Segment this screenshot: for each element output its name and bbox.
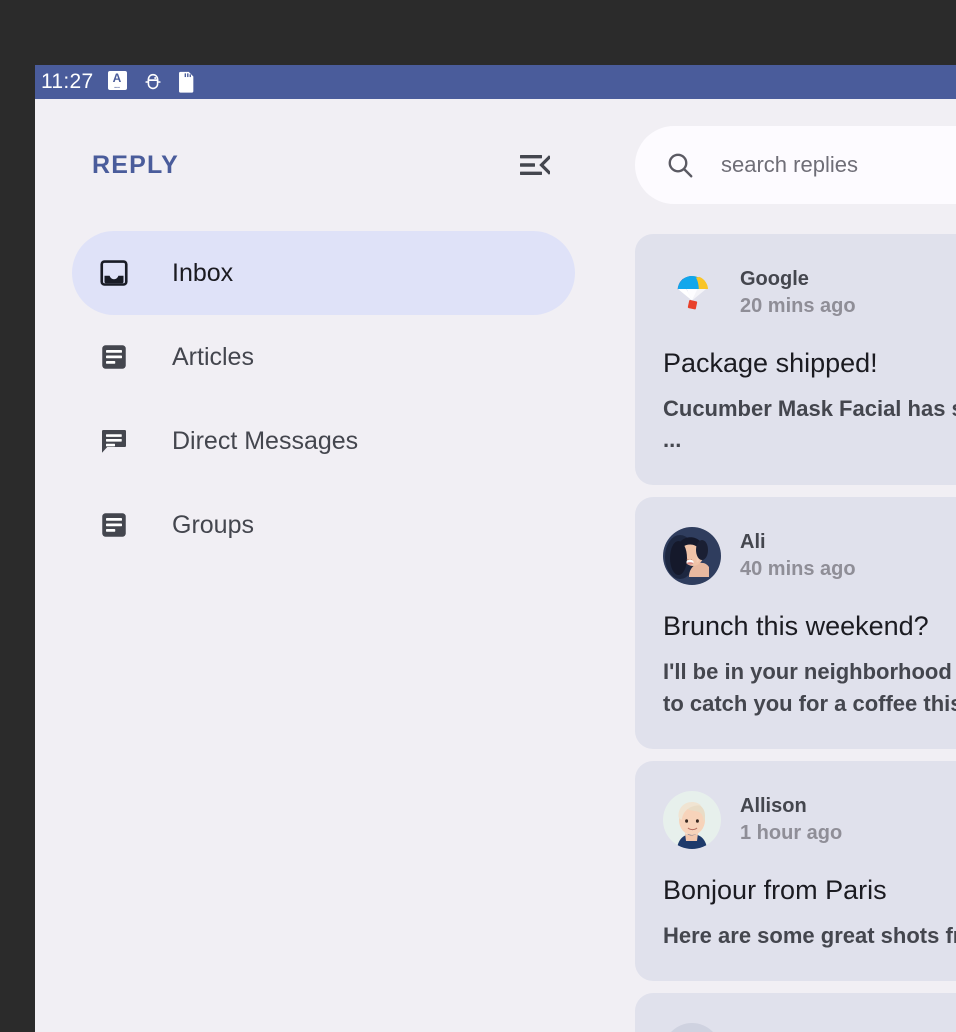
sender-name: Ali bbox=[740, 531, 856, 554]
email-preview: Here are some great shots from my trip..… bbox=[663, 920, 956, 951]
email-list: Google 20 mins ago Package shipped! Cucu… bbox=[635, 234, 956, 1032]
search-bar[interactable]: search replies bbox=[635, 126, 956, 204]
sender-block: Google 20 mins ago bbox=[740, 268, 856, 318]
avatar bbox=[663, 527, 721, 585]
email-list-item[interactable]: Ali 40 mins ago Brunch this weekend? I'l… bbox=[635, 497, 956, 748]
menu-open-icon[interactable] bbox=[514, 144, 556, 186]
email-preview-line: I'll be in your neighborhood doing erran… bbox=[663, 659, 956, 684]
screenshot-root: 11:27 A ... bbox=[0, 0, 956, 1032]
sidebar-item-label: Direct Messages bbox=[172, 427, 358, 456]
avatar bbox=[663, 791, 721, 849]
navigation-drawer: REPLY bbox=[35, 99, 600, 1032]
email-subject: Package shipped! bbox=[663, 348, 956, 379]
email-preview-line: to catch you for a coffee this Saturday? bbox=[663, 688, 956, 719]
sidebar-item-label: Articles bbox=[172, 343, 254, 372]
avatar bbox=[663, 264, 721, 322]
ime-keyboard-icon: A ... bbox=[108, 71, 128, 93]
email-preview-line: Here are some great shots from my trip..… bbox=[663, 923, 956, 948]
email-subject: Bonjour from Paris bbox=[663, 875, 956, 906]
inbox-icon bbox=[98, 257, 130, 289]
device-viewport: 11:27 A ... bbox=[35, 65, 956, 1032]
avatar bbox=[663, 1023, 721, 1032]
app-title: REPLY bbox=[92, 151, 179, 180]
email-list-item[interactable]: Allison 1 hour ago Bonjour from Paris He… bbox=[635, 761, 956, 981]
sender-name: Google bbox=[740, 268, 856, 291]
sender-time: 40 mins ago bbox=[740, 558, 856, 581]
ime-dots: ... bbox=[108, 85, 127, 89]
sidebar-item-label: Inbox bbox=[172, 259, 233, 288]
sidebar-item-articles[interactable]: Articles bbox=[72, 315, 575, 399]
drawer-header: REPLY bbox=[35, 99, 600, 231]
email-header: Google 20 mins ago bbox=[663, 264, 956, 322]
email-header: Ali 40 mins ago bbox=[663, 527, 956, 585]
sidebar-item-label: Groups bbox=[172, 511, 254, 540]
sender-time: 1 hour ago bbox=[740, 822, 842, 845]
sender-block: Allison 1 hour ago bbox=[740, 795, 842, 845]
drawer-nav-list: Inbox Articles bbox=[35, 231, 600, 567]
article-icon bbox=[98, 341, 130, 373]
email-preview-line: Cucumber Mask Facial has shipped. bbox=[663, 396, 956, 421]
sender-name: Allison bbox=[740, 795, 842, 818]
status-clock: 11:27 bbox=[41, 70, 94, 94]
sender-time: 20 mins ago bbox=[740, 295, 856, 318]
article-icon bbox=[98, 509, 130, 541]
chat-bubble-icon bbox=[98, 425, 130, 457]
sd-card-icon bbox=[176, 71, 196, 93]
email-header: Allison 1 hour ago bbox=[663, 791, 956, 849]
sidebar-item-inbox[interactable]: Inbox bbox=[72, 231, 575, 315]
sidebar-item-groups[interactable]: Groups bbox=[72, 483, 575, 567]
email-subject: Brunch this weekend? bbox=[663, 611, 956, 642]
search-input[interactable]: search replies bbox=[721, 152, 858, 178]
email-preview-ellipsis: ... bbox=[663, 424, 956, 455]
email-preview: I'll be in your neighborhood doing erran… bbox=[663, 656, 956, 718]
status-bar: 11:27 A ... bbox=[35, 65, 956, 99]
sidebar-item-direct-messages[interactable]: Direct Messages bbox=[72, 399, 575, 483]
app-body: REPLY bbox=[35, 99, 956, 1032]
android-debug-icon bbox=[142, 71, 162, 93]
search-icon bbox=[665, 150, 695, 180]
email-preview: Cucumber Mask Facial has shipped. ... bbox=[663, 393, 956, 455]
email-header bbox=[663, 1023, 956, 1032]
content-pane: search replies bbox=[600, 99, 956, 1032]
email-list-item[interactable] bbox=[635, 993, 956, 1032]
email-list-item[interactable]: Google 20 mins ago Package shipped! Cucu… bbox=[635, 234, 956, 485]
sender-block: Ali 40 mins ago bbox=[740, 531, 856, 581]
